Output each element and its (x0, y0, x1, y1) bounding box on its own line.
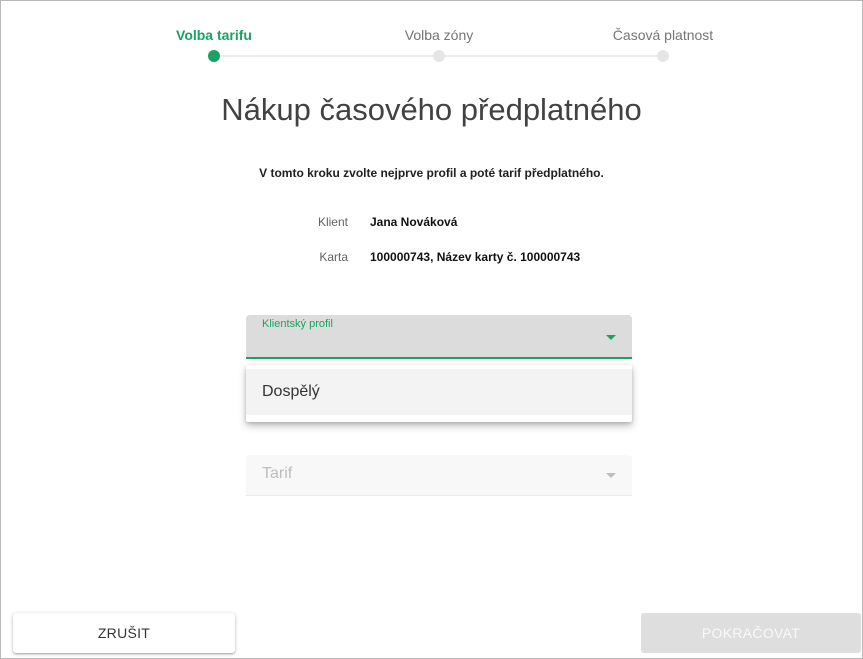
step-label-volba-zony[interactable]: Volba zóny (405, 27, 474, 43)
dropdown-option-dospely[interactable]: Dospělý (246, 369, 632, 415)
step-dot-casova-platnost[interactable] (657, 50, 669, 62)
page-title: Nákup časového předplatného (221, 92, 642, 127)
step-dot-volba-zony[interactable] (433, 50, 445, 62)
client-label: Klient (317, 215, 348, 229)
card-row: Karta 100000743, Název karty č. 10000074… (0, 250, 863, 266)
client-value: Jana Nováková (370, 215, 458, 229)
client-profile-select[interactable]: Klientský profil (246, 315, 632, 359)
continue-button[interactable]: POKRAČOVAT (641, 613, 861, 653)
client-row: Klient Jana Nováková (0, 215, 863, 231)
client-profile-label: Klientský profil (262, 318, 333, 330)
chevron-down-icon[interactable] (606, 335, 616, 340)
step-label-casova-platnost[interactable]: Časová platnost (613, 27, 713, 43)
chevron-down-icon[interactable] (606, 473, 616, 478)
instruction-text: V tomto kroku zvolte nejprve profil a po… (259, 166, 604, 180)
client-profile-dropdown: Dospělý (246, 365, 632, 422)
step-dot-volba-tarifu[interactable] (208, 50, 220, 62)
dropdown-option-label: Dospělý (262, 383, 320, 400)
tarif-select[interactable]: Tarif (246, 455, 632, 496)
step-label-volba-tarifu[interactable]: Volba tarifu (176, 27, 252, 43)
stepper: Volba tarifu Volba zóny Časová platnost (0, 0, 863, 70)
card-value: 100000743, Název karty č. 100000743 (370, 250, 581, 264)
card-label: Karta (319, 250, 348, 264)
cancel-button[interactable]: ZRUŠIT (13, 613, 235, 653)
tarif-placeholder: Tarif (262, 465, 293, 482)
